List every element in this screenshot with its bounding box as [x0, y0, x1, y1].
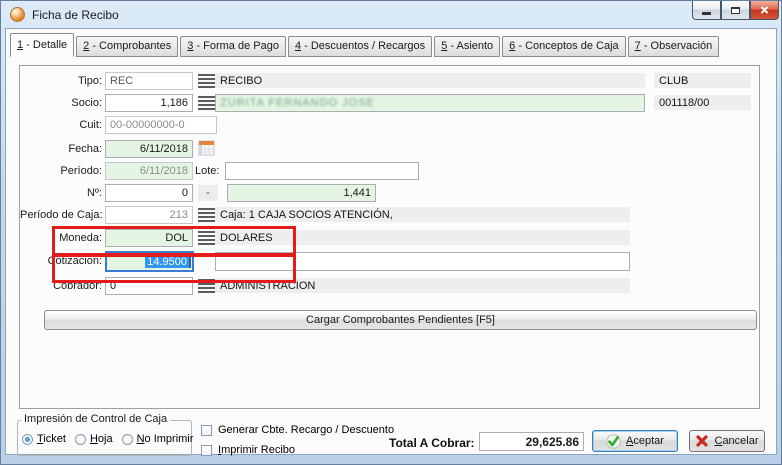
tipo-input[interactable]: REC — [105, 72, 193, 90]
cobrador-description: ADMINISTRACION — [215, 278, 630, 293]
close-icon — [759, 5, 770, 16]
lote-label: Lote: — [195, 165, 223, 177]
window-title: Ficha de Recibo — [32, 8, 119, 22]
cotizacion-input[interactable]: 14.9500 — [105, 251, 194, 272]
cobrador-label: Cobrador: — [20, 280, 102, 292]
cargar-comprobantes-button[interactable]: Cargar Comprobantes Pendientes [F5] — [44, 310, 757, 330]
selected-text: 14.9500 — [145, 256, 189, 268]
moneda-input[interactable]: DOL — [105, 229, 193, 247]
numero-separator: - — [198, 185, 218, 201]
minimize-icon — [702, 12, 711, 15]
app-icon — [10, 7, 25, 22]
caja-description: Caja: 1 CAJA SOCIOS ATENCIÓN, — [215, 207, 630, 222]
cotizacion-extra-field — [215, 252, 630, 271]
radio-hoja-label[interactable]: Hoja — [90, 433, 113, 445]
text-caret — [189, 255, 191, 268]
red-x-icon — [695, 434, 709, 448]
cuit-label: Cuit: — [20, 119, 102, 131]
cuit-input[interactable]: 00-00000000-0 — [105, 116, 217, 134]
cancelar-label: Cancelar — [714, 435, 758, 447]
checkbox-imprimir-recibo[interactable] — [201, 445, 212, 456]
total-a-cobrar-label: Total A Cobrar: — [389, 436, 475, 450]
tab-forma-de-pago[interactable]: 3 - Forma de Pago — [180, 36, 286, 57]
socio-label: Socio: — [20, 97, 102, 109]
tab-detalle[interactable]: 1 - Detalle — [10, 33, 74, 57]
maximize-icon — [731, 7, 740, 14]
periodo-caja-input[interactable]: 213 — [105, 206, 193, 224]
checkbox-imprimir-recibo-label[interactable]: Imprimir Recibo — [218, 444, 295, 456]
dialog-window: Ficha de Recibo 1 - Detalle 2 - Comproba… — [0, 0, 782, 465]
moneda-description: DOLARES — [215, 230, 630, 245]
tab-asiento[interactable]: 5 - Asiento — [434, 36, 500, 57]
numero-label: Nº: — [20, 187, 102, 199]
tab-strip: 1 - Detalle 2 - Comprobantes 3 - Forma d… — [10, 33, 721, 57]
maximize-button[interactable] — [721, 1, 750, 20]
club-field: CLUB — [654, 73, 751, 88]
fecha-input[interactable]: 6/11/2018 — [105, 140, 193, 158]
cancelar-button[interactable]: Cancelar — [689, 430, 765, 452]
numero2-input[interactable]: 1,441 — [227, 184, 376, 202]
generar-cbte-row: Generar Cbte. Recargo / Descuento — [201, 424, 394, 436]
green-check-icon — [606, 434, 621, 449]
cobrador-input[interactable]: 0 — [105, 277, 193, 295]
tab-observacion[interactable]: 7 - Observación — [628, 36, 720, 57]
aceptar-label: Aceptar — [626, 435, 664, 447]
tipo-label: Tipo: — [20, 75, 102, 87]
title-bar[interactable]: Ficha de Recibo — [1, 1, 781, 28]
minimize-button[interactable] — [692, 1, 721, 20]
moneda-label: Moneda: — [20, 232, 102, 244]
socio-name-field: ZURITA FERNANDO JOSE — [215, 94, 645, 112]
checkbox-generar-cbte[interactable] — [201, 425, 212, 436]
total-a-cobrar-input[interactable]: 29,625.86 — [479, 432, 584, 451]
periodo-caja-label: Período de Caja: — [20, 209, 102, 221]
lote-input[interactable] — [225, 162, 419, 180]
periodo-label: Período: — [20, 165, 102, 177]
tab-descuentos-recargos[interactable]: 4 - Descuentos / Recargos — [288, 36, 432, 57]
radio-ticket-label[interactable]: Ticket — [37, 433, 66, 445]
fecha-label: Fecha: — [20, 143, 102, 155]
tab-conceptos-de-caja[interactable]: 6 - Conceptos de Caja — [502, 36, 625, 57]
cotizacion-label: Cotizacion: — [20, 255, 102, 267]
tab-comprobantes[interactable]: 2 - Comprobantes — [76, 36, 178, 57]
numero-input[interactable]: 0 — [105, 184, 193, 202]
client-area: 1 - Detalle 2 - Comprobantes 3 - Forma d… — [5, 28, 777, 455]
radio-no-imprimir-label[interactable]: No Imprimir — [137, 433, 194, 445]
tipo-description: RECIBO — [215, 73, 645, 88]
socio-code-field: 001118/00 — [654, 95, 751, 110]
detail-panel: Tipo: REC RECIBO CLUB Socio: 1,186 ZURIT… — [19, 65, 760, 409]
periodo-input[interactable]: 6/11/2018 — [105, 162, 193, 180]
imprimir-recibo-row: Imprimir Recibo — [201, 444, 295, 456]
window-controls — [692, 1, 779, 20]
calendar-icon[interactable] — [198, 140, 216, 161]
close-button[interactable] — [750, 1, 779, 20]
checkbox-generar-cbte-label[interactable]: Generar Cbte. Recargo / Descuento — [218, 424, 394, 436]
radio-ticket[interactable] — [22, 434, 33, 445]
socio-input[interactable]: 1,186 — [105, 94, 193, 112]
radio-hoja[interactable] — [75, 434, 86, 445]
radio-no-imprimir[interactable] — [122, 434, 133, 445]
print-options: Ticket Hoja No Imprimir — [22, 433, 202, 445]
aceptar-button[interactable]: Aceptar — [592, 430, 678, 452]
print-control-group-title: Impresión de Control de Caja — [21, 413, 170, 425]
